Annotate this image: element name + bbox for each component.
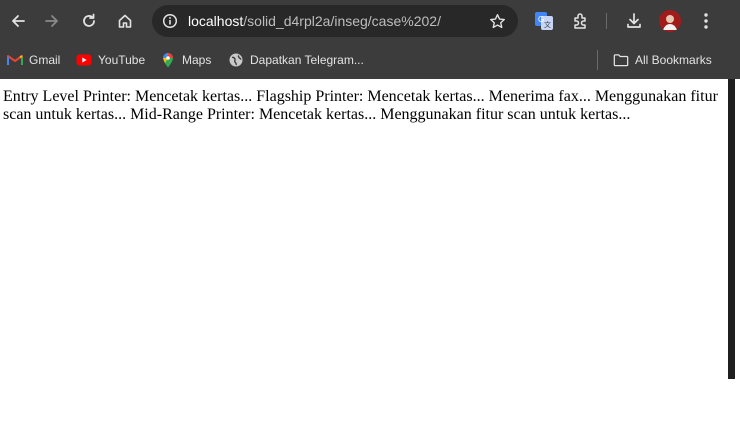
downloads-button[interactable] [621,8,647,34]
bookmark-star-icon [489,13,505,28]
viewport-edge-strip [728,79,735,379]
bookmark-label: Maps [182,53,212,67]
all-bookmarks-label: All Bookmarks [635,53,712,67]
youtube-icon [76,52,92,68]
profile-avatar[interactable] [659,10,681,32]
extensions-button[interactable] [568,8,594,34]
bookmark-youtube[interactable]: YouTube [76,50,145,70]
bookmarks-bar: Gmail YouTube Maps Dapatkan Telegram... … [0,42,740,79]
svg-text:文: 文 [544,20,551,29]
url-path: /solid_d4rpl2a/inseg/case%202/ [243,13,441,29]
bookmarks-divider [597,50,598,70]
reload-icon [83,13,95,27]
downloads-icon [627,13,641,28]
reload-button[interactable] [75,7,103,35]
all-bookmarks-button[interactable]: All Bookmarks [613,50,712,70]
bookmark-maps[interactable]: Maps [160,50,211,70]
browser-toolbar: localhost/solid_d4rpl2a/inseg/case%202/ … [0,0,740,42]
bookmark-gmail[interactable]: Gmail [7,50,60,70]
page-body-text: Entry Level Printer: Mencetak kertas... … [3,88,718,123]
forward-button[interactable] [38,7,66,35]
maps-icon [160,52,176,68]
bookmark-label: YouTube [98,53,146,67]
extensions-icon [574,13,586,29]
bookmark-dapatkan-telegram[interactable]: Dapatkan Telegram... [228,50,364,70]
folder-icon [613,52,629,68]
address-bar[interactable]: localhost/solid_d4rpl2a/inseg/case%202/ [152,5,518,37]
url-text[interactable]: localhost/solid_d4rpl2a/inseg/case%202/ [188,13,441,29]
more-menu-button[interactable] [693,8,719,34]
gmail-icon [7,52,23,68]
back-button[interactable] [4,7,32,35]
site-info-button[interactable] [159,10,181,32]
google-translate-icon: G 文 [535,12,553,30]
home-icon [118,14,132,28]
page-viewport: Entry Level Printer: Mencetak kertas... … [0,79,728,379]
bookmark-label: Gmail [29,53,61,67]
globe-icon [228,52,244,68]
forward-icon [45,15,58,27]
home-button[interactable] [111,7,139,35]
bookmark-label: Dapatkan Telegram... [250,53,364,67]
google-translate-button[interactable]: G 文 [531,8,557,34]
back-icon [12,15,25,27]
avatar-image [659,10,681,32]
site-info-icon [162,13,178,29]
bookmark-star-button[interactable] [486,10,508,32]
url-host: localhost [188,13,244,29]
more-menu-icon [704,13,708,29]
toolbar-divider [606,13,607,29]
